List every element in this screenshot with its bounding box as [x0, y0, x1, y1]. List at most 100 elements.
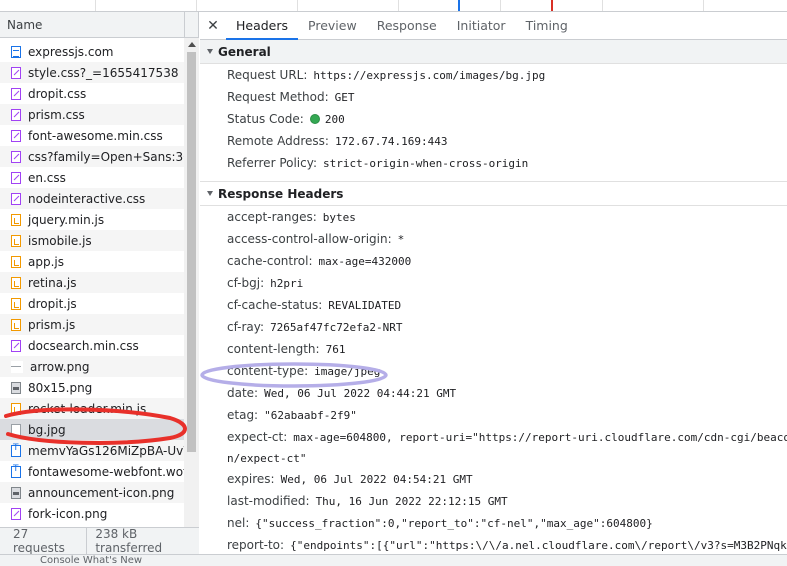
request-row[interactable]: arrow.png: [0, 356, 184, 377]
general-section-title: General: [218, 44, 271, 59]
header-value: bytes: [322, 210, 356, 224]
request-row[interactable]: style.css?_=1655417538: [0, 62, 184, 83]
header-name: cf-cache-status:: [227, 298, 323, 312]
request-list-scrollbar[interactable]: [184, 38, 199, 538]
header-value: 200: [324, 112, 345, 126]
close-icon[interactable]: ✕: [200, 12, 226, 39]
header-name: etag:: [227, 408, 259, 422]
header-value: Wed, 06 Jul 2022 04:54:21 GMT: [280, 472, 473, 486]
request-list: expressjs.com style.css?_=1655417538 dropi…: [0, 41, 184, 524]
response-header-row: last-modified: Thu, 16 Jun 2022 22:12:15 …: [200, 490, 787, 512]
scroll-up-icon[interactable]: [188, 42, 196, 47]
request-row[interactable]: jquery.min.js: [0, 209, 184, 230]
request-row[interactable]: memvYaGs126MiZpBA-UvWb: [0, 440, 184, 461]
response-header-row: etag: "62abaabf-2f9": [200, 404, 787, 426]
request-row[interactable]: 80x15.png: [0, 377, 184, 398]
request-row[interactable]: retina.js: [0, 272, 184, 293]
tab-response[interactable]: Response: [367, 12, 447, 39]
header-name: Request Method:: [227, 90, 329, 104]
request-row[interactable]: announcement-icon.png: [0, 482, 184, 503]
tab-preview[interactable]: Preview: [298, 12, 367, 39]
response-header-row: content-type: image/jpeg: [200, 360, 787, 382]
header-name: Remote Address:: [227, 134, 329, 148]
general-row: Request URL: https://expressjs.com/images…: [200, 64, 787, 86]
request-row[interactable]: dropit.js: [0, 293, 184, 314]
stylesheet-icon: [11, 108, 21, 121]
request-row[interactable]: app.js: [0, 251, 184, 272]
response-header-row: nel: {"success_fraction":0,"report_to":"c…: [200, 512, 787, 534]
font-icon: [11, 464, 21, 478]
header-name: cf-bgj:: [227, 276, 265, 290]
response-header-row: cf-cache-status: REVALIDATED: [200, 294, 787, 316]
header-value: REVALIDATED: [328, 298, 402, 312]
request-name: docsearch.min.css: [28, 338, 139, 353]
request-name: prism.js: [28, 317, 76, 332]
tab-timing[interactable]: Timing: [516, 12, 578, 39]
general-section-header[interactable]: General: [200, 40, 787, 64]
header-name: accept-ranges:: [227, 210, 317, 224]
header-value: {"endpoints":[{"url":"https:\/\/a.nel.cl…: [290, 538, 787, 552]
header-value: *: [397, 232, 405, 246]
header-name: expect-ct:: [227, 430, 288, 444]
header-name: Request URL:: [227, 68, 308, 82]
general-section: Request URL: https://expressjs.com/images…: [200, 64, 787, 174]
script-icon: [11, 255, 21, 268]
header-name: date:: [227, 386, 259, 400]
header-name: last-modified:: [227, 494, 310, 508]
timeline-overview[interactable]: [0, 0, 787, 12]
request-row[interactable]: dropit.css: [0, 83, 184, 104]
scrollbar-thumb[interactable]: [187, 52, 196, 452]
request-name: expressjs.com: [28, 44, 114, 59]
transferred-size: 238 kB transferred: [95, 527, 163, 555]
request-name: retina.js: [28, 275, 77, 290]
request-name: announcement-icon.png: [28, 485, 175, 500]
request-name: dropit.js: [28, 296, 77, 311]
header-name: cache-control:: [227, 254, 313, 268]
stylesheet-icon: [11, 150, 21, 163]
request-row[interactable]: fontawesome-webfont.woff?v: [0, 461, 184, 482]
tab-initiator[interactable]: Initiator: [447, 12, 516, 39]
header-value: max-age=432000: [318, 254, 412, 268]
header-value-continuation: n/expect-ct": [227, 451, 307, 465]
request-row[interactable]: rocket-loader.min.js: [0, 398, 184, 419]
image-icon: [11, 486, 21, 499]
request-row[interactable]: en.css: [0, 167, 184, 188]
request-row[interactable]: docsearch.min.css: [0, 335, 184, 356]
collapse-triangle-icon: [207, 191, 213, 196]
response-headers-section-header[interactable]: Response Headers: [200, 182, 787, 206]
request-row[interactable]: prism.css: [0, 104, 184, 125]
request-row[interactable]: fork-icon.png: [0, 503, 184, 524]
header-value: strict-origin-when-cross-origin: [323, 156, 529, 170]
general-row: Status Code: 200: [200, 108, 787, 130]
load-event-marker: [551, 0, 553, 11]
general-row: Referrer Policy: strict-origin-when-cross…: [200, 152, 787, 174]
tab-headers[interactable]: Headers: [226, 12, 299, 40]
details-tab-bar: ✕ Headers Preview Response Initiator Tim…: [200, 12, 787, 40]
request-row[interactable]: ismobile.js: [0, 230, 184, 251]
stylesheet-icon: [11, 171, 21, 184]
request-row[interactable]: prism.js: [0, 314, 184, 335]
header-name: nel:: [227, 516, 250, 530]
request-name: fork-icon.png: [28, 506, 108, 521]
request-row[interactable]: font-awesome.min.css: [0, 125, 184, 146]
general-row: Remote Address: 172.67.74.169:443: [200, 130, 787, 152]
response-header-row: cache-control: max-age=432000: [200, 250, 787, 272]
header-value: image/jpeg: [314, 364, 381, 378]
font-icon: [11, 443, 21, 457]
script-icon: [11, 213, 21, 226]
request-row[interactable]: css?family=Open+Sans:300,4: [0, 146, 184, 167]
response-header-row: access-control-allow-origin: *: [200, 228, 787, 250]
request-list-panel: Name expressjs.com style.css?_=1655417538…: [0, 12, 199, 566]
header-name: content-type:: [227, 364, 309, 378]
script-icon: [11, 276, 21, 289]
request-row[interactable]: bg.jpg: [0, 419, 184, 440]
name-column-header[interactable]: Name: [0, 12, 198, 38]
request-name: prism.css: [28, 107, 85, 122]
request-name: bg.jpg: [28, 422, 66, 437]
drawer-tab-bar[interactable]: Console What's New: [0, 554, 787, 566]
image-icon: [11, 507, 21, 520]
request-name: jquery.min.js: [28, 212, 105, 227]
request-name: font-awesome.min.css: [28, 128, 163, 143]
request-row[interactable]: expressjs.com: [0, 41, 184, 62]
request-row[interactable]: nodeinteractive.css: [0, 188, 184, 209]
